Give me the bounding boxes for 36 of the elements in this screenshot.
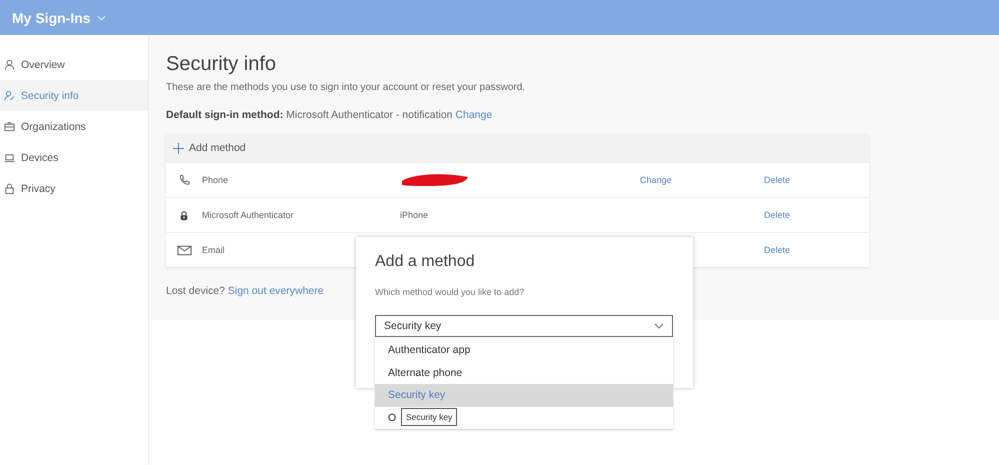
lock-icon bbox=[4, 183, 15, 194]
page-title: Security info bbox=[166, 53, 278, 76]
page-description: These are the methods you use to sign into your account or reset your password. bbox=[166, 82, 526, 93]
briefcase-icon bbox=[4, 121, 15, 132]
change-link[interactable]: Change bbox=[640, 175, 672, 185]
sidebar-item[interactable]: Devices bbox=[0, 142, 148, 173]
lock-icon bbox=[179, 210, 189, 220]
chevron-down-icon bbox=[96, 14, 106, 20]
laptop-icon bbox=[4, 152, 15, 163]
sidebar-item[interactable]: Security info bbox=[0, 80, 148, 111]
method-dropdown[interactable]: Security key bbox=[375, 315, 673, 337]
sidebar-item[interactable]: Organizations bbox=[0, 111, 148, 142]
method-detail: iPhone bbox=[400, 210, 428, 220]
change-link[interactable]: Change bbox=[455, 109, 492, 121]
delete-link[interactable]: Delete bbox=[764, 175, 790, 185]
method-name: Email bbox=[202, 245, 226, 255]
add-method-button[interactable]: Add method bbox=[166, 134, 869, 162]
delete-link[interactable]: Delete bbox=[764, 210, 790, 220]
method-name: Phone bbox=[202, 175, 230, 185]
dialog-title: Add a method bbox=[375, 253, 476, 271]
dropdown-option[interactable]: Authenticator app bbox=[388, 344, 470, 356]
sidebar-item[interactable]: Privacy bbox=[0, 173, 148, 204]
delete-link[interactable]: Delete bbox=[764, 245, 790, 255]
envelope-icon bbox=[176, 244, 192, 256]
tooltip: Security key bbox=[401, 408, 458, 426]
dropdown-option[interactable]: O bbox=[388, 412, 396, 424]
plus-icon bbox=[173, 142, 184, 154]
user-pen-icon bbox=[4, 90, 15, 101]
chevron-down-icon bbox=[654, 323, 664, 329]
dropdown-option[interactable]: Alternate phone bbox=[388, 366, 462, 379]
sign-out-everywhere-link[interactable]: Sign out everywhere bbox=[228, 285, 324, 297]
dialog-prompt: Which method would you like to add? bbox=[375, 287, 526, 297]
method-name: Microsoft Authenticator bbox=[202, 210, 295, 220]
default-method-text: Default sign-in method: Microsoft Authenticator - notification Change bbox=[166, 109, 494, 121]
user-icon bbox=[4, 59, 15, 70]
sidebar-item[interactable]: Overview bbox=[0, 49, 148, 80]
